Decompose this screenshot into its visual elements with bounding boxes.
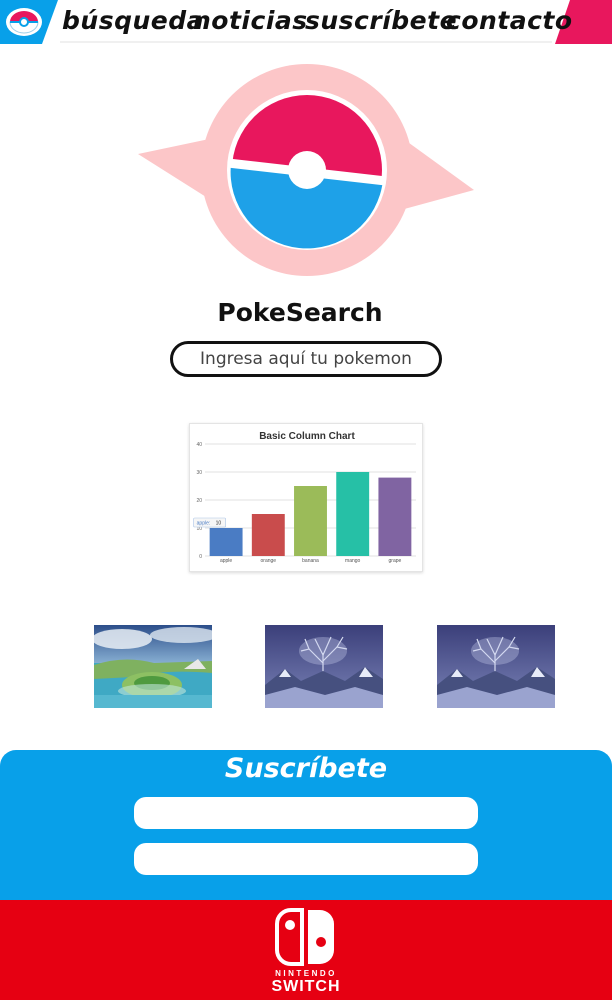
nav-link-contacto[interactable]: contacto bbox=[446, 6, 573, 35]
subscribe-section: Suscríbete bbox=[0, 750, 612, 900]
tooltip-value: 10 bbox=[216, 520, 222, 526]
bar-banana bbox=[294, 486, 327, 556]
bar-mango bbox=[336, 472, 370, 556]
crown-tundra-tree-image bbox=[437, 625, 555, 708]
x-tick-label: mango bbox=[345, 558, 361, 564]
page-title: PokeSearch bbox=[217, 298, 383, 327]
top-navigation: búsqueda noticias suscríbete contacto bbox=[0, 0, 612, 44]
bar-orange bbox=[251, 514, 285, 556]
crown-tundra-tree-image bbox=[265, 625, 383, 708]
column-chart: Basic Column Chart 0 10 20 30 40 apple orange ba… bbox=[189, 423, 423, 572]
chart-title: Basic Column Chart bbox=[259, 431, 355, 442]
pokemon-search-input[interactable] bbox=[170, 341, 442, 377]
subscribe-field-2[interactable] bbox=[134, 843, 478, 875]
y-tick-label: 20 bbox=[196, 498, 202, 504]
x-tick-label: banana bbox=[302, 558, 319, 564]
nav-link-busqueda[interactable]: búsqueda bbox=[62, 6, 204, 35]
y-tick-label: 0 bbox=[199, 554, 202, 560]
y-tick-label: 30 bbox=[196, 470, 202, 476]
gallery-image-2[interactable] bbox=[265, 625, 383, 708]
pokesearch-pokeball-logo bbox=[138, 64, 474, 276]
footer-brand-switch: SWITCH bbox=[271, 978, 341, 995]
subscribe-field-1[interactable] bbox=[134, 797, 478, 829]
pokeball-logo-icon[interactable] bbox=[2, 4, 48, 40]
nav-link-suscribete[interactable]: suscríbete bbox=[305, 6, 457, 35]
bar-apple bbox=[209, 528, 243, 556]
footer-brand-nintendo: NINTENDO bbox=[275, 969, 337, 978]
gallery-image-1[interactable] bbox=[94, 625, 212, 708]
footer: NINTENDO SWITCH bbox=[0, 900, 612, 1000]
x-tick-label: apple bbox=[220, 558, 232, 564]
nintendo-switch-logo[interactable] bbox=[274, 908, 338, 966]
galar-island-landscape-image bbox=[94, 625, 212, 708]
x-tick-label: orange bbox=[261, 558, 277, 564]
nav-link-noticias[interactable]: noticias bbox=[193, 6, 308, 35]
chart-canvas: Basic Column Chart 0 10 20 30 40 apple orange ba… bbox=[193, 431, 416, 564]
x-tick-label: grape bbox=[389, 558, 402, 564]
y-tick-label: 40 bbox=[196, 442, 202, 448]
subscribe-title: Suscríbete bbox=[224, 753, 388, 784]
tooltip-label: apple: bbox=[197, 520, 211, 526]
bar-grape bbox=[378, 477, 412, 556]
gallery-image-3[interactable] bbox=[437, 625, 555, 708]
